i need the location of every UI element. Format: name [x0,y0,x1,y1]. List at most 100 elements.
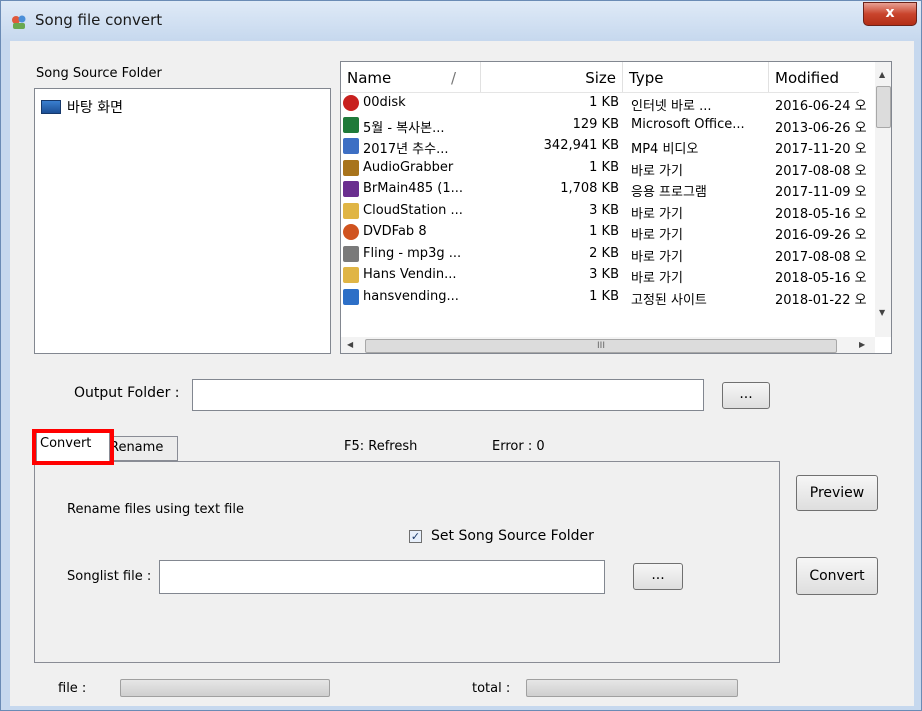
folder-shortcut-icon [343,202,359,219]
list-item[interactable]: hansvending... 1 KB 고정된 사이트 2018-01-22 오 [341,287,867,308]
file-size: 1,708 KB [560,181,619,196]
column-size[interactable]: Size [481,62,623,92]
list-item[interactable]: BrMain485 (1... 1,708 KB 응용 프로그램 2017-11-09… [341,179,867,200]
preview-button[interactable]: Preview [796,475,878,511]
output-folder-label: Output Folder : [74,385,180,401]
file-progress-bar [120,679,330,697]
songlist-input[interactable] [159,560,605,594]
file-size: 1 KB [589,288,619,304]
list-item[interactable]: Fling - mp3g ... 2 KB 바로 가기 2017-08-08 오 [341,244,867,265]
file-modified: 2016-06-24 오 [775,99,867,114]
app-exe-icon [343,181,359,197]
source-folder-tree[interactable]: 바탕 화면 [34,88,331,354]
list-item[interactable]: 2017년 추수... 342,941 KB MP4 비디오 2017-11-20 오 [341,136,867,157]
file-size: 1 KB [589,159,619,175]
file-type: 바로 가기 [631,228,683,243]
tab-rename[interactable]: Rename [106,436,178,461]
instruction-text: Rename files using text file [67,502,244,517]
title-bar[interactable]: Song file convert x [1,1,921,41]
client-area: Song Source Folder 바탕 화면 Name / Size Typ… [10,41,914,706]
file-name: hansvending... [363,288,459,304]
file-size: 342,941 KB [543,138,619,153]
folder-shortcut-icon [343,267,359,283]
file-name: AudioGrabber [363,159,454,175]
songlist-label: Songlist file : [67,569,152,584]
source-folder-label: Song Source Folder [36,66,162,81]
file-type: 바로 가기 [631,271,683,286]
file-modified: 2013-06-26 오 [775,120,867,136]
list-item[interactable]: Hans Vendin... 3 KB 바로 가기 2018-05-16 오 [341,265,867,286]
set-source-label[interactable]: Set Song Source Folder [431,528,594,544]
scroll-down-icon[interactable]: ▼ [879,308,885,317]
list-item[interactable]: CloudStation ... 3 KB 바로 가기 2018-05-16 오 [341,201,867,222]
output-folder-input[interactable] [192,379,704,411]
video-file-icon [343,138,359,154]
column-modified[interactable]: Modified [769,62,859,92]
file-type: Microsoft Office... [631,116,745,132]
file-progress-label: file : [58,681,87,696]
file-name: Hans Vendin... [363,267,457,282]
file-size: 129 KB [572,116,619,132]
file-name: Fling - mp3g ... [363,245,462,261]
songlist-browse-button[interactable]: ... [633,563,683,590]
desktop-icon [41,100,61,114]
list-item[interactable]: 5월 - 복사본... 129 KB Microsoft Office... 2013… [341,115,867,136]
file-name: DVDFab 8 [363,224,427,239]
vertical-scrollbar[interactable]: ▲ ▼ [875,62,891,337]
column-name-label: Name [347,69,392,87]
scroll-up-icon[interactable]: ▲ [879,70,885,79]
highlight-box [32,429,114,465]
excel-file-icon [343,116,359,133]
file-type: MP4 비디오 [631,142,699,157]
window-title: Song file convert [35,11,163,29]
file-type: 인터넷 바로 ... [631,99,712,114]
horizontal-scroll-thumb[interactable]: III [365,339,837,353]
file-name: BrMain485 (1... [363,181,463,196]
pinned-site-icon [343,288,359,305]
file-modified: 2017-08-08 오 [775,249,867,265]
list-item[interactable]: DVDFab 8 1 KB 바로 가기 2016-09-26 오 [341,222,867,243]
convert-button[interactable]: Convert [796,557,878,595]
column-type[interactable]: Type [623,62,769,92]
file-modified: 2018-05-16 오 [775,206,867,222]
file-type: 응용 프로그램 [631,185,707,200]
file-name: CloudStation ... [363,202,463,218]
tree-item-desktop[interactable]: 바탕 화면 [41,97,123,117]
file-modified: 2018-01-22 오 [775,292,867,308]
shortcut-icon [343,245,359,262]
tree-item-label: 바탕 화면 [67,100,123,116]
vertical-scroll-thumb[interactable] [876,86,891,128]
file-name: 5월 - 복사본... [363,120,445,136]
scroll-right-icon[interactable]: ▶ [859,340,865,349]
set-source-checkbox[interactable]: ✓ [409,530,422,543]
app-icon [12,15,26,29]
file-type: 바로 가기 [631,249,683,265]
output-browse-button[interactable]: ... [722,382,770,409]
audiograbber-icon [343,159,359,176]
sort-indicator-icon: / [451,69,457,87]
scroll-left-icon[interactable]: ◀ [347,340,353,349]
list-header: Name / Size Type Modified [341,62,859,93]
convert-tab-panel: Rename files using text file ✓ Set Song … [34,461,780,663]
file-modified: 2016-09-26 오 [775,228,867,243]
file-size: 1 KB [589,95,619,110]
file-modified: 2017-08-08 오 [775,163,867,179]
globe-shortcut-icon [343,95,359,111]
file-modified: 2017-11-09 오 [775,185,867,200]
file-size: 3 KB [589,267,619,282]
column-name[interactable]: Name / [341,62,481,92]
file-modified: 2018-05-16 오 [775,271,867,286]
file-type: 바로 가기 [631,163,683,179]
file-list-view[interactable]: Name / Size Type Modified 00disk 1 KB 인터넷 … [340,61,892,354]
file-size: 1 KB [589,224,619,239]
horizontal-scrollbar[interactable]: ◀ III ▶ [341,337,875,353]
list-item[interactable]: 00disk 1 KB 인터넷 바로 ... 2016-06-24 오 [341,93,867,114]
total-progress-label: total : [472,681,511,696]
error-count: Error : 0 [492,439,545,454]
file-name: 2017년 추수... [363,142,449,157]
list-item[interactable]: AudioGrabber 1 KB 바로 가기 2017-08-08 오 [341,158,867,179]
close-button[interactable]: x [863,2,917,26]
file-size: 2 KB [589,245,619,261]
file-modified: 2017-11-20 오 [775,142,867,157]
dvdfab-icon [343,224,359,240]
